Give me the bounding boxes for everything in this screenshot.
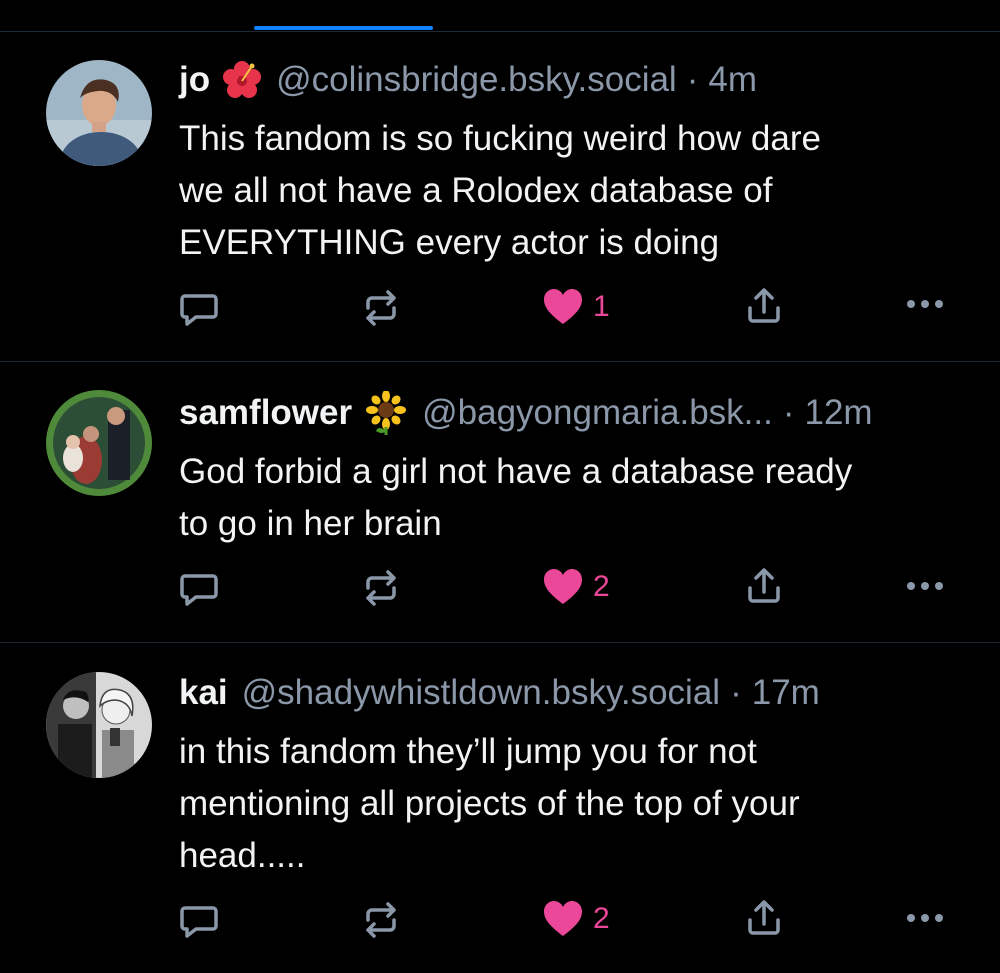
separator-dot: · <box>686 60 699 99</box>
avatar[interactable] <box>46 60 152 166</box>
share-icon <box>748 288 780 323</box>
post-text-line: God forbid a girl not have a database re… <box>179 452 853 491</box>
author-handle[interactable]: @colinsbridge.bsky.social <box>276 58 677 102</box>
separator-dot: · <box>782 393 795 432</box>
like-button[interactable]: 2 <box>543 900 610 938</box>
post-text: This fandom is so fucking weird how dare… <box>179 113 979 269</box>
hibiscus-icon <box>222 60 262 100</box>
repost-button[interactable] <box>360 568 402 608</box>
post-text: in this fandom they’ll jump you for not … <box>179 726 979 882</box>
author-name[interactable]: kai <box>179 671 228 715</box>
repost-icon <box>366 290 396 326</box>
reply-button[interactable] <box>179 288 219 328</box>
ellipsis-icon <box>907 582 943 590</box>
post-time[interactable]: 4m <box>708 58 757 102</box>
heart-icon <box>544 569 582 604</box>
post-text-line: This fandom is so fucking weird how dare <box>179 119 821 158</box>
separator-dot: · <box>730 673 742 712</box>
like-count: 2 <box>593 570 610 603</box>
post-header: jo @colinsbridge.bsky.social · 4m <box>179 58 960 102</box>
repost-icon <box>366 902 396 938</box>
post-text-line: to go in her brain <box>179 504 442 543</box>
post-text-line: EVERYTHING every actor is doing <box>179 223 720 262</box>
share-icon <box>748 900 780 935</box>
reply-button[interactable] <box>179 568 219 608</box>
more-options-button[interactable] <box>905 908 945 928</box>
avatar[interactable] <box>46 672 152 778</box>
like-count: 1 <box>593 290 610 323</box>
share-button[interactable] <box>744 898 784 938</box>
author-name[interactable]: jo <box>179 58 210 102</box>
share-button[interactable] <box>744 566 784 606</box>
post-text-line: we all not have a Rolodex database of <box>179 171 773 210</box>
more-options-button[interactable] <box>905 576 945 596</box>
heart-icon <box>544 901 582 936</box>
post-text-line: in this fandom they’ll jump you for not <box>179 732 757 771</box>
more-options-button[interactable] <box>905 294 945 314</box>
share-button[interactable] <box>744 286 784 326</box>
author-handle[interactable]: @bagyongmaria.bsk... <box>422 391 773 435</box>
post-divider <box>0 361 1000 362</box>
repost-icon <box>366 570 396 606</box>
post-text: God forbid a girl not have a database re… <box>179 446 979 550</box>
ellipsis-icon <box>907 300 943 308</box>
post-text-line: mentioning all projects of the top of yo… <box>179 784 800 823</box>
post-header: samflower @bagyongmaria.bsk... · 12m <box>179 391 960 435</box>
avatar[interactable] <box>46 390 152 496</box>
repost-button[interactable] <box>360 900 402 940</box>
reply-icon <box>180 574 218 606</box>
like-count: 2 <box>593 902 610 935</box>
ellipsis-icon <box>907 914 943 922</box>
active-tab-indicator <box>254 26 433 30</box>
reply-icon <box>180 294 218 326</box>
sunflower-icon <box>364 391 408 435</box>
post-header: kai @shadywhistldown.bsky.social · 17m <box>179 671 960 715</box>
like-button[interactable]: 2 <box>543 568 610 606</box>
post-divider <box>0 642 1000 643</box>
post-time[interactable]: 17m <box>752 671 820 715</box>
author-name[interactable]: samflower <box>179 391 352 435</box>
share-icon <box>748 568 780 603</box>
repost-button[interactable] <box>360 288 402 328</box>
reply-button[interactable] <box>179 900 219 940</box>
post-text-line: head..... <box>179 836 306 875</box>
like-button[interactable]: 1 <box>543 288 610 326</box>
author-handle[interactable]: @shadywhistldown.bsky.social <box>242 671 720 715</box>
header-divider <box>0 31 1000 32</box>
post-time[interactable]: 12m <box>804 391 872 435</box>
reply-icon <box>180 906 218 938</box>
heart-icon <box>544 289 582 324</box>
